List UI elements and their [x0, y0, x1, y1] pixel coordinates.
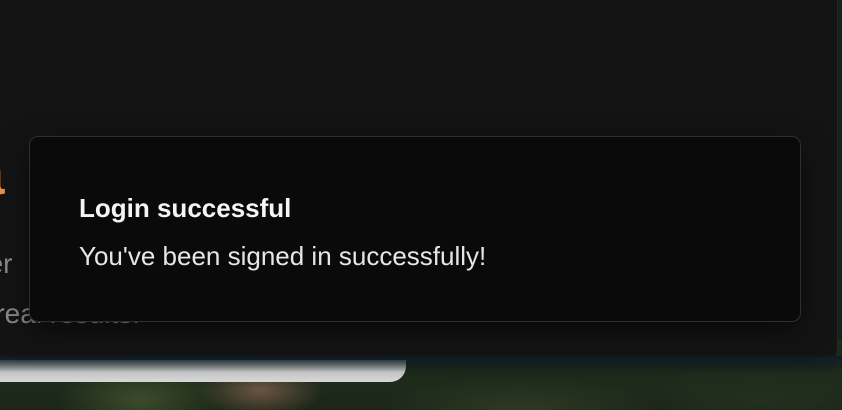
toast-notification[interactable]: Login successful You've been signed in s…: [29, 136, 801, 322]
hero-heading: a: [0, 138, 4, 209]
hero-text-line-1: eer: [0, 248, 13, 279]
panel-edge: [0, 356, 842, 372]
toast-title: Login successful: [79, 193, 292, 223]
toast-description: You've been signed in successfully!: [79, 241, 487, 271]
screen: a eer e real results. Login successful Y…: [0, 0, 842, 410]
